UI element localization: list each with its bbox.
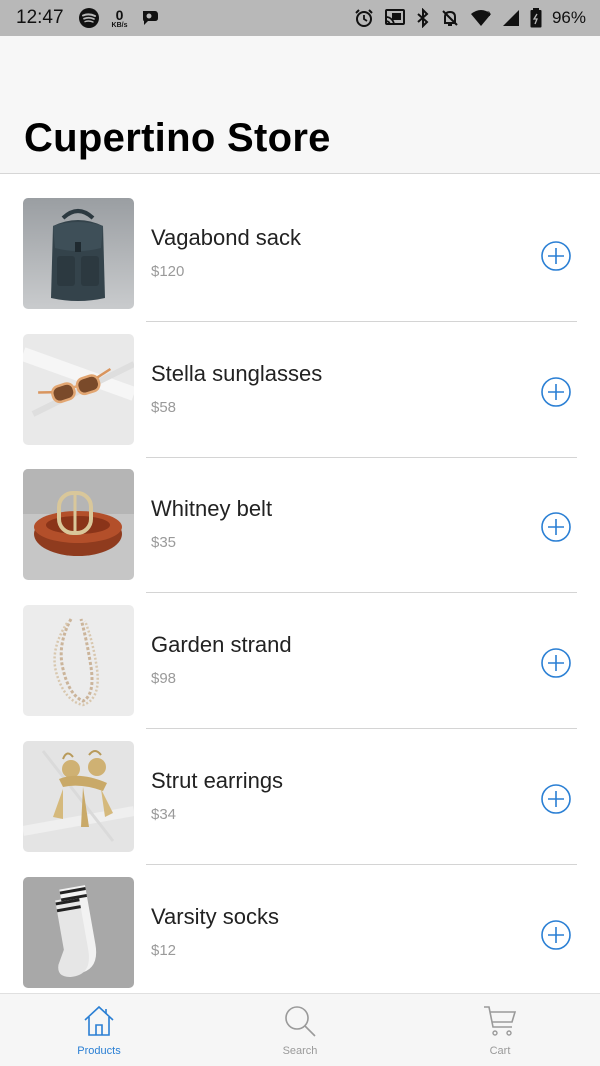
status-bar: 12:47 0 KB/s R 96% [0,0,600,36]
network-speed-value: 0 [115,6,124,23]
add-to-cart-button[interactable] [540,511,572,543]
product-image-socks [23,877,134,988]
product-price: $120 [151,263,185,280]
tab-search[interactable]: Search [240,1002,360,1062]
app-notification-icon [140,8,160,28]
wifi-icon: R [470,9,492,27]
product-name: Garden strand [151,632,292,657]
product-name: Whitney belt [151,496,273,521]
plus-circle-icon [541,920,571,950]
list-item[interactable]: Garden strand $98 [0,582,600,729]
list-item[interactable]: Whitney belt $35 [0,446,600,593]
tab-label: Search [282,1045,318,1057]
cart-icon [482,1002,518,1040]
product-name: Strut earrings [151,768,284,793]
product-name: Vagabond sack [151,225,302,250]
plus-circle-icon [541,377,571,407]
bluetooth-icon [416,8,430,28]
list-item[interactable]: Vagabond sack $120 [0,175,600,322]
product-image-earrings [23,741,134,852]
signal-icon [502,9,520,27]
product-price: $12 [151,942,177,959]
product-image-necklace [23,605,134,716]
tab-label: Products [77,1045,121,1057]
add-to-cart-button[interactable] [540,783,572,815]
add-to-cart-button[interactable] [540,647,572,679]
tab-cart[interactable]: Cart [440,1002,560,1062]
battery-percent: 96% [551,8,586,27]
status-time: 12:47 [16,7,64,28]
product-name: Varsity socks [151,904,279,929]
battery-icon [530,8,542,28]
product-image-sunglasses [23,334,134,445]
navigation-bar: Cupertino Store [0,36,600,174]
add-to-cart-button[interactable] [540,376,572,408]
do-not-disturb-icon [440,8,460,28]
product-image-belt [23,469,134,580]
alarm-icon [354,8,374,28]
tab-bar: Products Search Cart [0,993,600,1066]
product-name: Stella sunglasses [151,361,323,386]
cast-icon [384,9,406,27]
svg-text:R: R [486,12,491,18]
add-to-cart-button[interactable] [540,240,572,272]
search-icon [282,1002,318,1040]
list-item[interactable]: Strut earrings $34 [0,718,600,865]
list-item[interactable]: Stella sunglasses $58 [0,311,600,458]
plus-circle-icon [541,648,571,678]
plus-circle-icon [541,784,571,814]
tab-label: Cart [489,1045,511,1057]
page-title: Cupertino Store [24,116,331,160]
home-icon [82,1002,116,1040]
network-speed-icon: 0 KB/s [112,8,128,29]
product-price: $35 [151,534,177,551]
product-price: $58 [151,399,177,416]
plus-circle-icon [541,512,571,542]
product-price: $98 [151,670,177,687]
spotify-icon [78,7,100,29]
add-to-cart-button[interactable] [540,919,572,951]
product-image-backpack [23,198,134,309]
plus-circle-icon [541,241,571,271]
tab-products[interactable]: Products [39,1002,159,1062]
network-speed-unit: KB/s [111,21,128,29]
list-item[interactable]: Varsity socks $12 [0,854,600,989]
product-price: $34 [151,806,177,823]
